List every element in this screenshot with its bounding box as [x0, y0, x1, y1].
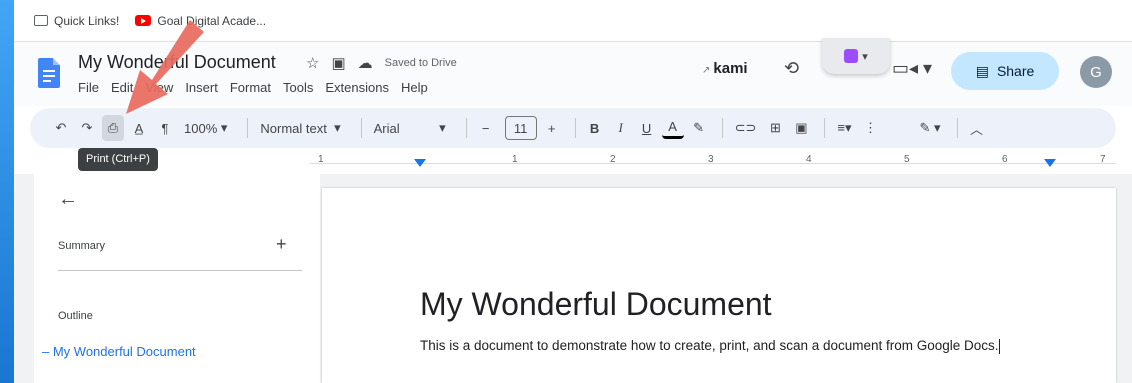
share-button[interactable]: ▤ Share: [951, 52, 1059, 90]
toolbar-divider: [956, 118, 958, 138]
italic-icon[interactable]: I: [610, 115, 632, 141]
increase-font-size-icon[interactable]: +: [541, 115, 563, 141]
more-options-icon[interactable]: ⋮: [860, 115, 882, 141]
ruler-number: 4: [806, 154, 812, 165]
document-heading[interactable]: My Wonderful Document: [420, 286, 772, 323]
font-value: Arial: [373, 120, 400, 136]
version-history-icon[interactable]: ⟲: [784, 58, 799, 79]
outline-sidebar: ← Summary + Outline – My Wonderful Docum…: [34, 174, 320, 383]
font-size-input[interactable]: 11: [504, 116, 537, 140]
ruler[interactable]: 1 1 2 3 4 5 6 7: [310, 152, 1116, 174]
kami-label: kami: [713, 60, 748, 77]
decrease-font-size-icon[interactable]: −: [475, 115, 497, 141]
title-actions: ☆ ▣ ☁ Saved to Drive: [306, 54, 457, 72]
share-label: Share: [996, 63, 1035, 79]
undo-icon[interactable]: ↶: [50, 115, 72, 141]
style-select[interactable]: Normal text ▾: [256, 115, 344, 141]
document-body[interactable]: This is a document to demonstrate how to…: [420, 336, 1030, 355]
external-link-icon: ↗: [702, 65, 711, 76]
chevron-down-icon: ▾: [862, 50, 868, 63]
sidebar-divider: [58, 270, 302, 271]
toolbar-divider: [247, 118, 249, 138]
ruler-number: 1: [318, 154, 324, 165]
toolbar-divider: [360, 118, 362, 138]
browser-window: Quick Links! Goal Digital Acade... My Wo…: [0, 0, 1132, 383]
kami-button[interactable]: ↗ kami: [702, 60, 748, 77]
underline-icon[interactable]: U: [636, 115, 658, 141]
avatar[interactable]: G: [1080, 56, 1112, 88]
add-comment-icon[interactable]: ⊞: [764, 115, 786, 141]
summary-label: Summary: [58, 240, 106, 252]
link-icon[interactable]: ⊂⊃: [731, 115, 761, 141]
redo-icon[interactable]: ↷: [76, 115, 98, 141]
document-body-text: This is a document to demonstrate how to…: [420, 338, 999, 353]
ruler-number: 5: [904, 154, 910, 165]
back-arrow-icon[interactable]: ←: [58, 188, 78, 211]
menu-format[interactable]: Format: [230, 80, 271, 95]
align-icon[interactable]: ≡▾: [833, 115, 855, 141]
desktop-edge: [0, 0, 14, 383]
toolbar-divider: [465, 118, 467, 138]
bookmark-quick-links[interactable]: Quick Links!: [34, 14, 119, 28]
text-cursor: [998, 338, 1001, 354]
cloud-saved-icon[interactable]: ☁: [358, 54, 373, 72]
outline-item-label: My Wonderful Document: [52, 344, 196, 359]
toolbar-divider: [574, 118, 576, 138]
add-summary-icon[interactable]: +: [276, 234, 287, 255]
left-indent-marker[interactable]: [414, 159, 426, 167]
editing-mode-icon[interactable]: ✎ ▾: [916, 115, 945, 141]
bold-icon[interactable]: B: [584, 115, 606, 141]
menu-tools[interactable]: Tools: [283, 80, 313, 95]
insert-image-icon[interactable]: ▣: [790, 115, 812, 141]
highlight-icon[interactable]: ✎: [688, 115, 710, 141]
meet-icon[interactable]: ▭◂ ▾: [892, 58, 932, 79]
toolbar-divider: [824, 118, 826, 138]
print-tooltip: Print (Ctrl+P): [78, 148, 158, 171]
font-select[interactable]: Arial ▾: [370, 115, 450, 141]
folder-icon: [34, 15, 48, 26]
menu-file[interactable]: File: [78, 80, 99, 95]
text-color-icon[interactable]: A: [661, 117, 684, 139]
menu-help[interactable]: Help: [401, 80, 428, 95]
ruler-number: 6: [1002, 154, 1008, 165]
document-page[interactable]: My Wonderful Document This is a document…: [322, 188, 1116, 383]
ruler-number: 7: [1100, 154, 1106, 165]
bookmark-label: Quick Links!: [54, 13, 120, 28]
ruler-number: 2: [610, 154, 616, 165]
collapse-menus-icon[interactable]: ︿: [966, 115, 988, 141]
toolbar-divider: [721, 118, 723, 138]
style-value: Normal text: [260, 120, 327, 136]
outline-item[interactable]: – My Wonderful Document: [42, 344, 196, 359]
right-indent-marker[interactable]: [1044, 159, 1056, 167]
menu-extensions[interactable]: Extensions: [325, 80, 389, 95]
ruler-number: 3: [708, 154, 714, 165]
docs-logo-icon[interactable]: [38, 58, 60, 88]
lock-icon: ▤: [975, 62, 989, 79]
annotation-arrow-icon: [126, 20, 204, 114]
extension-popup[interactable]: ▾: [822, 38, 890, 74]
ruler-number: 1: [512, 154, 518, 165]
outline-label: Outline: [58, 310, 93, 322]
saved-status: Saved to Drive: [384, 57, 457, 69]
move-folder-icon[interactable]: ▣: [331, 54, 345, 72]
extension-icon: [844, 49, 859, 63]
star-icon[interactable]: ☆: [306, 54, 319, 72]
